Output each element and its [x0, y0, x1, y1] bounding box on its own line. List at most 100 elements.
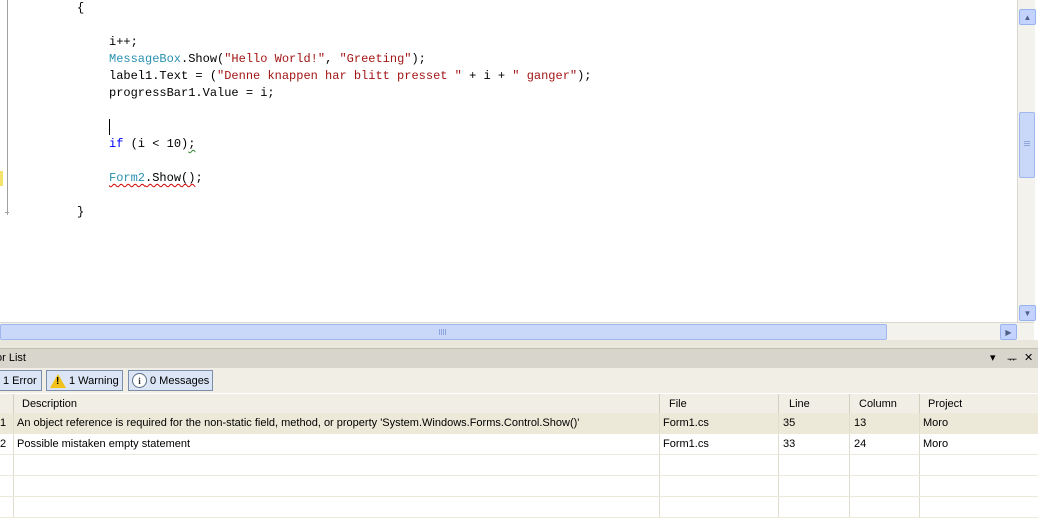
row-file: Form1.cs: [659, 413, 778, 433]
empty-cell: [849, 476, 919, 496]
error-list-header: or List ▾ ᅲ ✕: [0, 348, 1038, 369]
empty-cell: [659, 476, 778, 496]
string-token: " ganger": [512, 69, 578, 83]
info-icon: i: [132, 373, 147, 388]
window-position-dropdown-icon[interactable]: ▾: [990, 351, 996, 364]
grip-icon: [1024, 141, 1030, 142]
scroll-right-button[interactable]: ▶: [1000, 324, 1017, 340]
row-number: 1: [0, 417, 7, 429]
code-token: .Show(: [181, 52, 225, 66]
empty-row: [0, 497, 1038, 518]
text-caret: [109, 119, 110, 135]
errors-filter-button[interactable]: 1 Error: [0, 370, 42, 391]
code-token: progressBar1.Value = i;: [109, 86, 275, 100]
row-line: 33: [778, 434, 849, 454]
code-line-if: if (i < 10);: [109, 137, 195, 151]
type-token: MessageBox: [109, 52, 182, 66]
empty-row: [0, 476, 1038, 497]
code-token: );: [577, 69, 592, 83]
keyword-token: if: [109, 137, 124, 151]
empty-cell: [919, 476, 1038, 496]
scroll-down-button[interactable]: ▼: [1019, 305, 1036, 321]
code-editor[interactable]: { i++; MessageBox.Show("Hello World!", "…: [0, 0, 1038, 340]
code-token: i++;: [109, 35, 138, 49]
code-line-messagebox: MessageBox.Show("Hello World!", "Greetin…: [109, 52, 426, 66]
row-project: Moro: [919, 434, 1038, 454]
empty-row: [0, 455, 1038, 476]
code-token: {: [77, 1, 85, 15]
panel-title: or List: [0, 352, 26, 364]
code-token: }: [77, 205, 85, 219]
row-file: Form1.cs: [659, 434, 778, 454]
row-line: 35: [778, 413, 849, 433]
empty-cell: [13, 476, 659, 496]
warning-icon: !: [50, 373, 66, 388]
error-list-toolbar: 1 Error ! 1 Warning i 0 Messages: [0, 368, 1038, 393]
error-squiggle-type[interactable]: Form2: [109, 171, 145, 185]
empty-cell: [849, 455, 919, 475]
grip-icon: [439, 329, 440, 335]
code-token: );: [411, 52, 426, 66]
column-header-file[interactable]: File: [659, 394, 778, 413]
code-line-form-show: Form2.Show();: [109, 171, 203, 185]
code-token: label1.Text = (: [109, 69, 218, 83]
warnings-filter-label: 1 Warning: [69, 374, 119, 387]
close-icon[interactable]: ✕: [1024, 351, 1033, 364]
vertical-scrollbar[interactable]: ▲ ▼: [1017, 0, 1036, 322]
code-line-close-brace: }: [77, 205, 84, 219]
arrow-up-icon: ▲: [1023, 12, 1032, 22]
warning-squiggle[interactable]: ;: [188, 137, 195, 151]
row-number: 2: [0, 438, 7, 450]
messages-filter-label: 0 Messages: [150, 374, 210, 387]
auto-hide-pin-icon[interactable]: ᅲ: [1007, 351, 1017, 367]
code-area[interactable]: { i++; MessageBox.Show("Hello World!", "…: [0, 0, 1016, 322]
error-squiggle-call[interactable]: .Show(): [145, 171, 195, 185]
grid-header-row: Description File Line Column Project: [0, 394, 1038, 414]
empty-cell: [778, 497, 849, 517]
string-token: "Denne knappen har blitt presset ": [217, 69, 462, 83]
scroll-up-button[interactable]: ▲: [1019, 9, 1036, 25]
column-header-number[interactable]: [0, 394, 13, 413]
empty-cell: [778, 455, 849, 475]
table-row[interactable]: 2 Possible mistaken empty statement Form…: [0, 434, 1038, 455]
string-token: "Greeting": [339, 52, 412, 66]
row-description: An object reference is required for the …: [13, 413, 659, 433]
code-line-open-brace: {: [77, 1, 84, 15]
code-line-label: label1.Text = ("Denne knappen har blitt …: [109, 69, 592, 83]
arrow-right-icon: ▶: [1005, 327, 1012, 337]
row-project: Moro: [919, 413, 1038, 433]
row-column: 24: [849, 434, 919, 454]
horizontal-scroll-thumb[interactable]: [0, 324, 887, 340]
row-column: 13: [849, 413, 919, 433]
warning-glyph: !: [56, 375, 60, 387]
errors-filter-label: 1 Error: [3, 374, 37, 387]
empty-cell: [659, 497, 778, 517]
arrow-down-icon: ▼: [1023, 308, 1032, 318]
code-token: (i < 10): [123, 137, 189, 151]
string-token: "Hello World!": [224, 52, 326, 66]
code-line-progress: progressBar1.Value = i;: [109, 86, 275, 100]
code-line-increment: i++;: [109, 35, 138, 49]
vertical-scroll-thumb[interactable]: [1019, 112, 1035, 178]
column-header-column[interactable]: Column: [849, 394, 919, 413]
empty-cell: [919, 497, 1038, 517]
info-glyph: i: [138, 375, 141, 386]
error-list-grid: Description File Line Column Project 1 A…: [0, 394, 1038, 526]
code-token: + i +: [461, 69, 513, 83]
table-row[interactable]: 1 An object reference is required for th…: [0, 413, 1038, 434]
row-description: Possible mistaken empty statement: [13, 434, 659, 454]
empty-cell: [13, 455, 659, 475]
column-header-description[interactable]: Description: [13, 394, 659, 413]
empty-cell: [778, 476, 849, 496]
column-header-line[interactable]: Line: [778, 394, 849, 413]
empty-cell: [13, 497, 659, 517]
code-token: ,: [325, 52, 340, 66]
empty-cell: [659, 455, 778, 475]
column-header-project[interactable]: Project: [919, 394, 1038, 413]
messages-filter-button[interactable]: i 0 Messages: [128, 370, 214, 391]
horizontal-scrollbar[interactable]: ▶: [0, 322, 1034, 340]
warnings-filter-button[interactable]: ! 1 Warning: [46, 370, 123, 391]
code-token: ;: [195, 171, 203, 185]
empty-cell: [919, 455, 1038, 475]
panel-splitter[interactable]: [0, 340, 1038, 348]
